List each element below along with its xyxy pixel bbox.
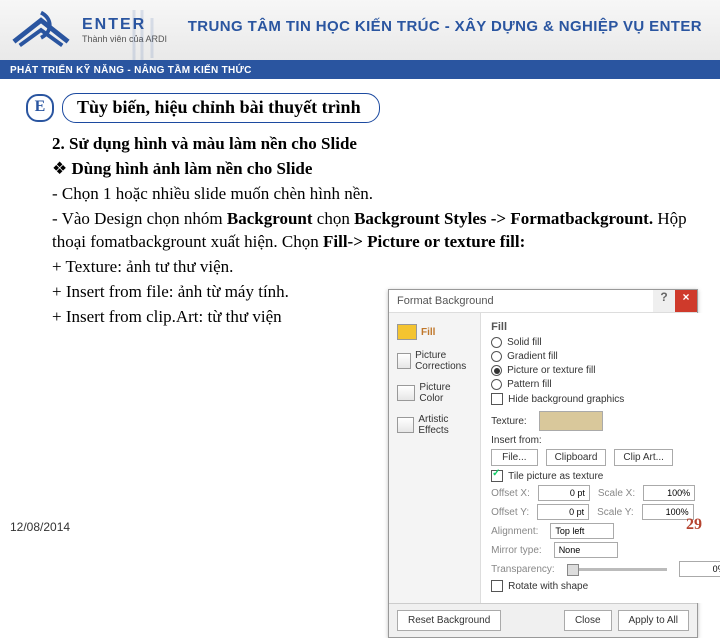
- dialog-titlebar: Format Background ? ×: [389, 290, 697, 313]
- line-1: 2. Sử dụng hình và màu làm nền cho Slide: [52, 134, 357, 153]
- bullet-1: Dùng hình ảnh làm nền cho Slide: [72, 159, 313, 178]
- texture-picker[interactable]: [539, 411, 603, 431]
- alignment-select[interactable]: Top left: [550, 523, 614, 539]
- center-title: TRUNG TÂM TIN HỌC KIẾN TRÚC - XÂY DỰNG &…: [188, 18, 702, 35]
- radio-pattern-fill[interactable]: Pattern fill: [491, 379, 720, 390]
- sidebar-item-picture-corrections[interactable]: Picture Corrections: [395, 345, 474, 377]
- help-button[interactable]: ?: [653, 290, 675, 312]
- radio-solid-fill[interactable]: Solid fill: [491, 337, 720, 348]
- offset-y-input[interactable]: 0 pt: [537, 504, 589, 520]
- sidebar-item-fill[interactable]: Fill: [395, 319, 474, 345]
- brand-logo: [6, 5, 76, 55]
- plus-1: + Texture: ảnh tư thư viện.: [52, 256, 692, 279]
- page-number: 29: [686, 516, 702, 534]
- offset-x-input[interactable]: 0 pt: [538, 485, 590, 501]
- transparency-slider[interactable]: [567, 568, 667, 571]
- clipart-button[interactable]: Clip Art...: [614, 449, 673, 466]
- dialog-title: Format Background: [389, 295, 494, 307]
- scale-x-input[interactable]: 100%: [643, 485, 695, 501]
- close-button[interactable]: ×: [675, 290, 697, 312]
- apply-all-button[interactable]: Apply to All: [618, 610, 689, 631]
- file-button[interactable]: File...: [491, 449, 537, 466]
- footer-date: 12/08/2014: [10, 520, 70, 534]
- slide-content: E Tùy biến, hiệu chỉnh bài thuyết trình …: [0, 79, 720, 329]
- insert-from-label: Insert from:: [491, 435, 720, 446]
- transparency-input[interactable]: 0%: [679, 561, 720, 577]
- dash-2: - Vào Design chọn nhóm Backgrount chọn B…: [52, 208, 692, 254]
- sidebar-item-picture-color[interactable]: Picture Color: [395, 377, 474, 409]
- format-background-dialog: Format Background ? × Fill Picture Corre…: [388, 289, 698, 638]
- checkbox-tile[interactable]: Tile picture as texture: [491, 470, 720, 482]
- sidebar-item-artistic-effects[interactable]: Artistic Effects: [395, 409, 474, 441]
- app-header: ENTER Thành viên của ARDI TRUNG TÂM TIN …: [0, 0, 720, 62]
- section-heading: E Tùy biến, hiệu chỉnh bài thuyết trình: [26, 93, 708, 123]
- radio-picture-fill[interactable]: Picture or texture fill: [491, 365, 720, 376]
- dialog-sidebar: Fill Picture Corrections Picture Color A…: [389, 313, 481, 603]
- group-title: Fill: [491, 321, 720, 333]
- dialog-main: Fill Solid fill Gradient fill Picture or…: [481, 313, 720, 603]
- decorative-divider-icon: [130, 6, 162, 70]
- close-dialog-button[interactable]: Close: [564, 610, 612, 631]
- checkbox-rotate[interactable]: Rotate with shape: [491, 580, 720, 592]
- texture-label: Texture:: [491, 416, 527, 427]
- checkbox-hide-bg[interactable]: Hide background graphics: [491, 393, 720, 405]
- header-ribbon: PHÁT TRIỂN KỸ NĂNG - NÂNG TẦM KIẾN THỨC: [0, 62, 720, 79]
- section-title: Tùy biến, hiệu chỉnh bài thuyết trình: [62, 93, 380, 123]
- dialog-footer: Reset Background Close Apply to All: [389, 603, 697, 637]
- reset-background-button[interactable]: Reset Background: [397, 610, 501, 631]
- section-letter: E: [26, 94, 54, 122]
- radio-gradient-fill[interactable]: Gradient fill: [491, 351, 720, 362]
- dash-1: - Chọn 1 hoặc nhiều slide muốn chèn hình…: [52, 183, 692, 206]
- clipboard-button[interactable]: Clipboard: [546, 449, 607, 466]
- mirror-select[interactable]: None: [554, 542, 618, 558]
